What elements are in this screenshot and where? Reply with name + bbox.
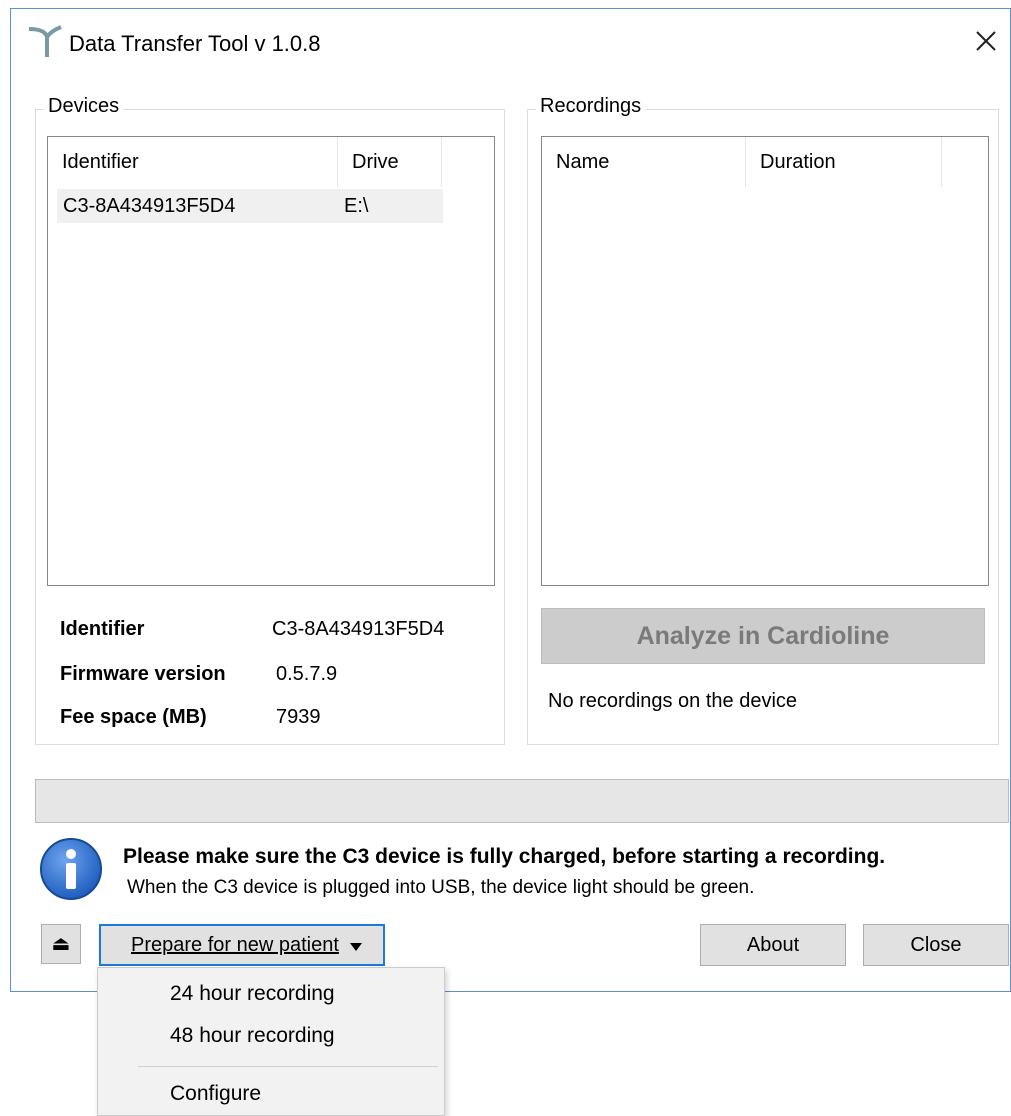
devices-group: Devices Identifier Drive C3-8A434913F5D4…	[35, 95, 505, 745]
recordings-group: Recordings Name Duration Analyze in Card…	[527, 95, 999, 745]
space-value: 7939	[276, 706, 321, 728]
close-button[interactable]: Close	[863, 924, 1009, 966]
window-title: Data Transfer Tool v 1.0.8	[69, 31, 321, 56]
firmware-label: Firmware version	[60, 663, 226, 685]
column-header-name[interactable]: Name	[542, 137, 746, 187]
firmware-value: 0.5.7.9	[276, 663, 338, 685]
device-row[interactable]: C3-8A434913F5D4 E:\	[57, 189, 443, 223]
notice-heading: Please make sure the C3 device is fully …	[123, 845, 886, 868]
analyze-in-cardioline-button[interactable]: Analyze in Cardioline	[541, 608, 985, 664]
menu-separator	[138, 1066, 438, 1067]
recordings-list[interactable]: Name Duration	[541, 136, 989, 586]
title-bar: Data Transfer Tool v 1.0.8	[11, 9, 1010, 79]
devices-list[interactable]: Identifier Drive C3-8A434913F5D4 E:\	[47, 136, 495, 586]
identifier-value: C3-8A434913F5D4	[272, 618, 445, 640]
menu-item-24-hour-recording[interactable]: 24 hour recording	[170, 982, 335, 1006]
device-drive-cell: E:\	[344, 195, 369, 217]
recordings-group-label: Recordings	[536, 95, 646, 118]
dropdown-arrow-icon	[350, 943, 363, 951]
info-icon	[40, 838, 102, 900]
prepare-button-label: Prepare for new patient	[131, 934, 339, 956]
menu-item-48-hour-recording[interactable]: 48 hour recording	[170, 1024, 335, 1048]
about-button[interactable]: About	[700, 924, 846, 966]
device-identifier-cell: C3-8A434913F5D4	[63, 195, 236, 217]
prepare-for-new-patient-button[interactable]: Prepare for new patient	[99, 924, 385, 966]
column-header-duration[interactable]: Duration	[746, 137, 942, 187]
recordings-status: No recordings on the device	[548, 690, 798, 712]
app-window: Data Transfer Tool v 1.0.8 Devices Ident…	[10, 8, 1011, 992]
column-header-drive[interactable]: Drive	[338, 137, 442, 187]
prepare-dropdown-menu: 24 hour recording 48 hour recording Conf…	[97, 967, 445, 1116]
devices-group-label: Devices	[44, 95, 124, 118]
close-window-icon[interactable]	[968, 23, 1004, 59]
notice-subtext: When the C3 device is plugged into USB, …	[127, 877, 755, 898]
column-header-identifier[interactable]: Identifier	[48, 137, 338, 187]
eject-button[interactable]: ⏏	[41, 924, 81, 964]
app-logo-icon	[28, 25, 62, 57]
space-label: Fee space (MB)	[60, 706, 207, 728]
progress-bar	[35, 779, 1009, 823]
menu-item-configure[interactable]: Configure	[170, 1082, 261, 1106]
identifier-label: Identifier	[60, 618, 145, 640]
eject-icon: ⏏	[51, 933, 71, 955]
